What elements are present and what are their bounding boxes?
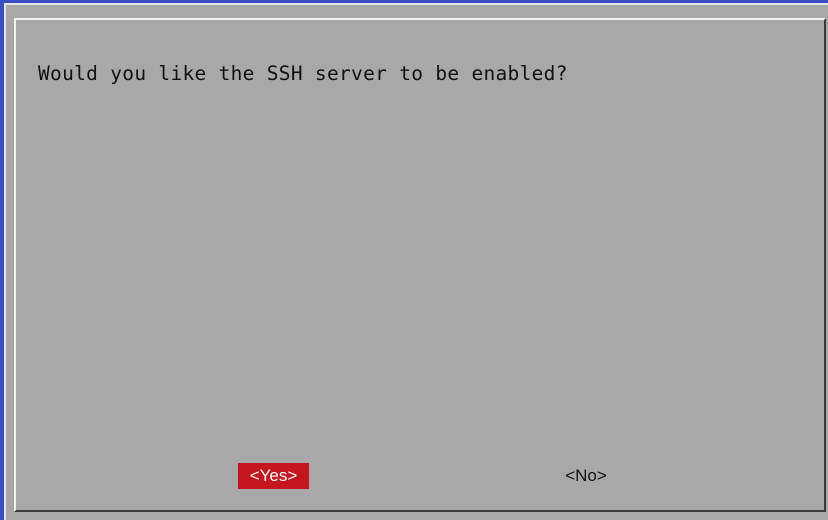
dialog-frame: Would you like the SSH server to be enab… — [14, 18, 826, 512]
whiptail-dialog: Would you like the SSH server to be enab… — [4, 3, 828, 520]
dialog-message: Would you like the SSH server to be enab… — [38, 62, 568, 85]
no-button[interactable]: <No> — [556, 463, 616, 489]
terminal-screen: Would you like the SSH server to be enab… — [0, 0, 828, 520]
yes-button[interactable]: <Yes> — [238, 463, 309, 489]
